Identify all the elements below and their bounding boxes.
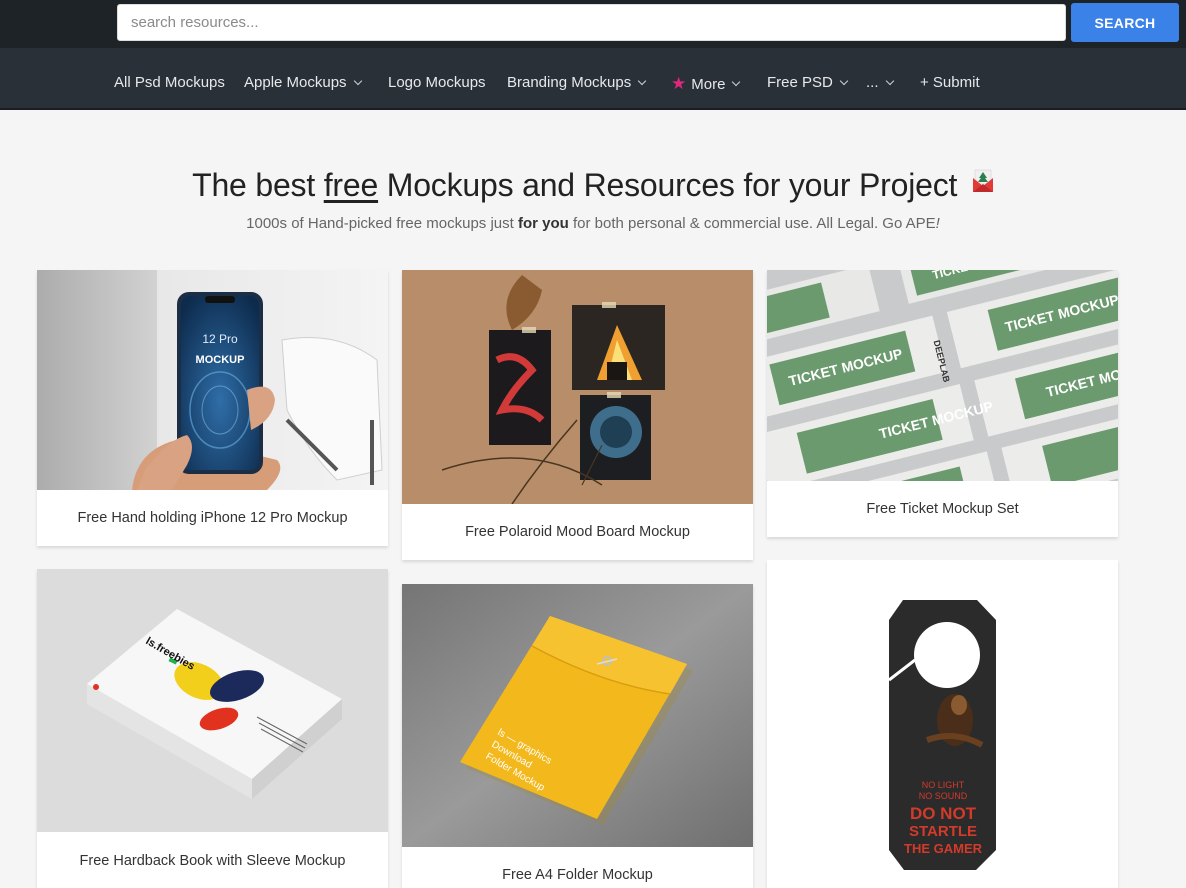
card-title[interactable]: Free Hardback Book with Sleeve Mockup <box>37 853 388 869</box>
nav-item-label: Branding Mockups <box>507 74 632 91</box>
nav-item-overflow[interactable]: ... <box>866 74 894 91</box>
hanger-text: DO NOT <box>910 804 977 823</box>
card-title[interactable]: Free Hand holding iPhone 12 Pro Mockup <box>37 510 388 526</box>
nav-item-label: Apple Mockups <box>244 74 347 91</box>
resource-card-ticket[interactable]: TICKET MOCKUP TICKET MOCKUP TICKET MOCKU… <box>767 270 1118 537</box>
nav-item-logo-mockups[interactable]: Logo Mockups <box>388 74 486 91</box>
chevron-down-icon <box>637 76 647 85</box>
title-text: Mockups and Resources for your Project <box>378 167 958 203</box>
chevron-down-icon <box>353 76 362 85</box>
card-title[interactable]: Free A4 Folder Mockup <box>402 867 753 883</box>
nav-item-label: ... <box>866 74 879 91</box>
phone-text: 12 Pro <box>202 332 238 346</box>
subtitle-text: 1000s of Hand-picked free mockups just <box>246 215 518 232</box>
nav-item-label: Logo Mockups <box>388 74 486 91</box>
mail-icon <box>972 164 994 192</box>
resource-card-folder[interactable]: ls — graphics Download Folder Mockup Fre… <box>402 584 753 888</box>
nav-item-branding-mockups[interactable]: Branding Mockups <box>507 74 647 91</box>
phone-text: MOCKUP <box>196 354 245 366</box>
door-hanger-mockup-image[interactable]: NO LIGHT NO SOUND DO NOT STARTLE THE GAM… <box>767 560 1118 888</box>
page-title: The best free Mockups and Resources for … <box>0 164 1186 204</box>
title-text: The best <box>192 167 324 203</box>
nav-item-label: All Psd Mockups <box>114 74 225 91</box>
nav-item-free-psd[interactable]: Free PSD <box>767 74 849 91</box>
subtitle-text: ! <box>935 215 940 232</box>
nav-item-submit[interactable]: + Submit <box>920 74 980 91</box>
resource-card-book[interactable]: ls.freebies Free Hardback Book with Slee… <box>37 569 388 888</box>
hanger-text: THE GAMER <box>904 841 983 856</box>
chevron-down-icon <box>839 76 849 85</box>
chevron-down-icon <box>885 76 894 85</box>
resource-card-polaroid[interactable]: Free Polaroid Mood Board Mockup <box>402 270 753 560</box>
hanger-text: STARTLE <box>909 823 977 840</box>
title-emphasis: free <box>323 167 379 203</box>
nav-item-label: Free PSD <box>767 74 833 91</box>
hanger-text: NO LIGHT <box>922 780 965 790</box>
subtitle-emphasis: for you <box>517 215 569 232</box>
top-search-bar: SEARCH <box>0 0 1186 48</box>
main-nav: All Psd Mockups Apple Mockups Logo Mocku… <box>0 48 1186 110</box>
page-subtitle: 1000s of Hand-picked free mockups just f… <box>0 215 1186 232</box>
card-title[interactable]: Free Ticket Mockup Set <box>767 501 1118 517</box>
card-title[interactable]: Free Polaroid Mood Board Mockup <box>402 524 753 540</box>
ticket-mockup-image[interactable]: TICKET MOCKUP TICKET MOCKUP TICKET MOCKU… <box>767 270 1118 481</box>
nav-item-label: More <box>691 75 726 93</box>
star-icon: ★ <box>671 74 687 93</box>
resource-card-door-hanger[interactable]: NO LIGHT NO SOUND DO NOT STARTLE THE GAM… <box>767 560 1118 888</box>
subtitle-text: for both personal & commercial use. All … <box>568 215 936 232</box>
iphone-mockup-image[interactable]: 12 Pro MOCKUP <box>37 270 388 490</box>
search-input[interactable] <box>117 4 1066 41</box>
nav-item-label: + Submit <box>920 74 980 91</box>
folder-mockup-image[interactable]: ls — graphics Download Folder Mockup <box>402 584 753 847</box>
search-button[interactable]: SEARCH <box>1071 3 1179 42</box>
book-mockup-image[interactable]: ls.freebies <box>37 569 388 832</box>
nav-item-more[interactable]: ★ More <box>671 74 741 94</box>
polaroid-mockup-image[interactable] <box>402 270 753 504</box>
hanger-text: NO SOUND <box>919 791 968 801</box>
nav-item-all-psd-mockups[interactable]: All Psd Mockups <box>114 74 225 91</box>
nav-item-apple-mockups[interactable]: Apple Mockups <box>244 74 362 91</box>
chevron-down-icon <box>732 77 741 87</box>
resource-card-iphone[interactable]: 12 Pro MOCKUP Free Hand holding iPhone 1… <box>37 270 388 546</box>
